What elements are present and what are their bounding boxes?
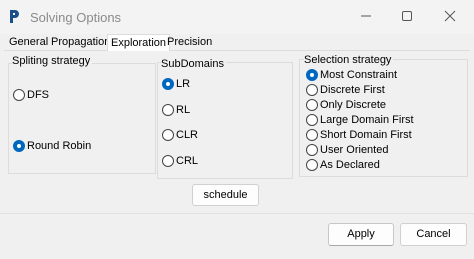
radio-dot bbox=[162, 129, 174, 141]
minimize-icon bbox=[361, 15, 371, 17]
radio-dfs[interactable]: DFS bbox=[13, 89, 49, 101]
tab-propagation[interactable]: Propagation bbox=[48, 34, 113, 51]
radio-label: Only Discrete bbox=[320, 99, 387, 111]
exploration-panel: Spliting strategy DFS Round Robin SubDom… bbox=[4, 51, 470, 213]
radio-dot bbox=[306, 84, 318, 96]
radio-most-constraint[interactable]: Most Constraint bbox=[306, 69, 397, 81]
radio-dot bbox=[162, 155, 174, 167]
minimize-button[interactable] bbox=[357, 8, 375, 26]
splitting-strategy-title: Spliting strategy bbox=[12, 55, 93, 67]
radio-dot bbox=[306, 129, 318, 141]
subdomains-title: SubDomains bbox=[161, 58, 226, 70]
tab-precision[interactable]: Precision bbox=[164, 34, 215, 51]
radio-lr[interactable]: LR bbox=[162, 78, 190, 90]
radio-label: Discrete First bbox=[320, 84, 385, 96]
radio-label: CLR bbox=[176, 129, 199, 141]
radio-label: DFS bbox=[27, 89, 49, 101]
tab-general[interactable]: General bbox=[6, 34, 51, 51]
radio-dot bbox=[306, 99, 318, 111]
radio-label: Round Robin bbox=[27, 140, 92, 152]
apply-button[interactable]: Apply bbox=[328, 223, 394, 246]
radio-rl[interactable]: RL bbox=[162, 104, 190, 116]
maximize-button[interactable] bbox=[398, 8, 416, 26]
radio-user-oriented[interactable]: User Oriented bbox=[306, 144, 388, 156]
close-button[interactable] bbox=[441, 8, 459, 26]
radio-label: CRL bbox=[176, 155, 199, 167]
radio-dot bbox=[306, 114, 318, 126]
radio-label: Large Domain First bbox=[320, 114, 414, 126]
footer-divider bbox=[0, 213, 474, 214]
selection-strategy-group: Selection strategy Most Constraint Discr… bbox=[299, 54, 468, 177]
radio-dot bbox=[162, 78, 174, 90]
radio-large-domain-first[interactable]: Large Domain First bbox=[306, 114, 414, 126]
radio-label: User Oriented bbox=[320, 144, 389, 156]
radio-label: Short Domain First bbox=[320, 129, 412, 141]
radio-dot bbox=[306, 69, 318, 81]
radio-dot bbox=[306, 144, 318, 156]
radio-label: As Declared bbox=[320, 159, 380, 171]
schedule-button[interactable]: schedule bbox=[192, 184, 259, 206]
radio-crl[interactable]: CRL bbox=[162, 155, 198, 167]
maximize-icon bbox=[402, 11, 412, 21]
tab-exploration[interactable]: Exploration bbox=[107, 34, 171, 52]
radio-dot bbox=[306, 159, 318, 171]
radio-as-declared[interactable]: As Declared bbox=[306, 159, 380, 171]
radio-dot bbox=[13, 140, 25, 152]
splitting-strategy-group: Spliting strategy DFS Round Robin bbox=[8, 55, 156, 174]
radio-label: Most Constraint bbox=[320, 69, 398, 81]
tab-strip: General Propagation Exploration Precisio… bbox=[4, 34, 470, 52]
radio-short-domain-first[interactable]: Short Domain First bbox=[306, 129, 412, 141]
close-icon bbox=[444, 10, 456, 22]
radio-clr[interactable]: CLR bbox=[162, 129, 198, 141]
radio-label: RL bbox=[176, 104, 191, 116]
radio-dot bbox=[162, 104, 174, 116]
window-title: Solving Options bbox=[30, 10, 122, 25]
radio-label: LR bbox=[176, 78, 191, 90]
selection-strategy-title: Selection strategy bbox=[304, 54, 394, 66]
radio-only-discrete[interactable]: Only Discrete bbox=[306, 99, 386, 111]
app-logo-icon bbox=[10, 10, 19, 23]
radio-round-robin[interactable]: Round Robin bbox=[13, 140, 91, 152]
cancel-button[interactable]: Cancel bbox=[400, 223, 467, 246]
radio-dot bbox=[13, 89, 25, 101]
subdomains-group: SubDomains LR RL CLR CRL bbox=[157, 58, 293, 179]
title-bar: Solving Options bbox=[0, 0, 474, 34]
radio-discrete-first[interactable]: Discrete First bbox=[306, 84, 385, 96]
